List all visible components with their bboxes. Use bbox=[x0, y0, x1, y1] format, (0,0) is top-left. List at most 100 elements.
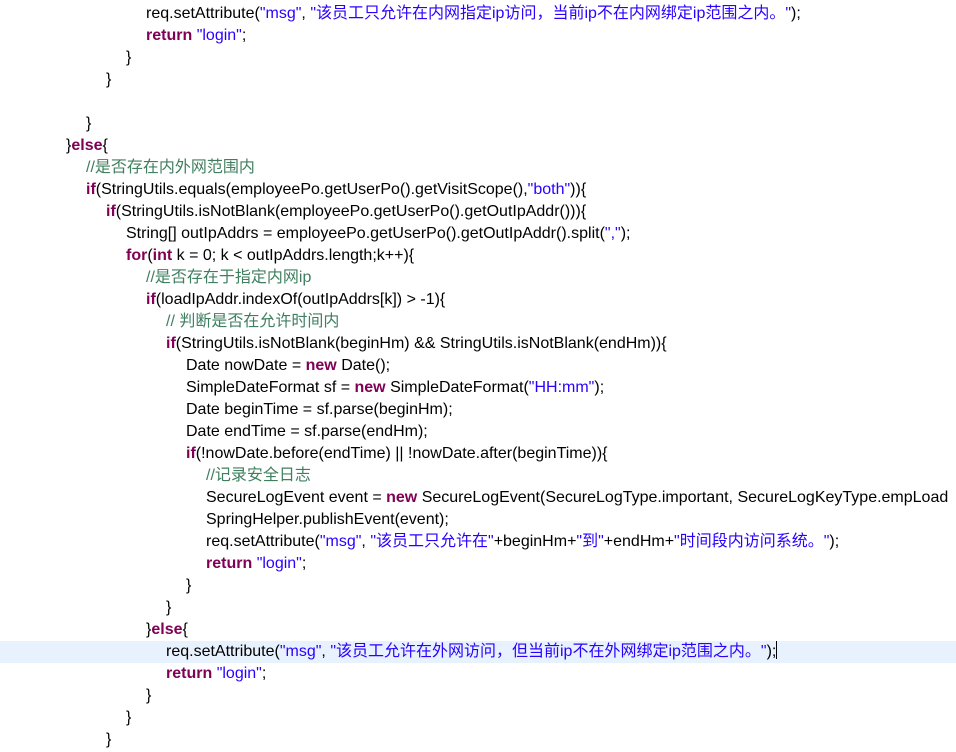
string-token: "msg" bbox=[279, 643, 322, 660]
code-token: String[] outIpAddrs = employeePo.getUser… bbox=[126, 225, 605, 242]
code-token: ); bbox=[594, 379, 605, 396]
code-token: } bbox=[106, 731, 112, 748]
code-token: } bbox=[106, 71, 112, 88]
code-token: )){ bbox=[570, 181, 587, 198]
keyword-token: if bbox=[166, 335, 176, 352]
string-token: "HH:mm" bbox=[528, 379, 595, 396]
code-token: , bbox=[301, 5, 311, 22]
code-token: } bbox=[146, 687, 152, 704]
string-token: "msg" bbox=[319, 533, 362, 550]
code-line[interactable] bbox=[0, 91, 956, 113]
keyword-token: int bbox=[152, 247, 173, 264]
string-token: "到" bbox=[576, 533, 604, 550]
code-token: (StringUtils.isNotBlank(beginHm) && Stri… bbox=[175, 335, 667, 352]
code-line[interactable]: if(StringUtils.isNotBlank(beginHm) && St… bbox=[0, 333, 956, 355]
code-line[interactable]: } bbox=[0, 597, 956, 619]
keyword-token: return bbox=[166, 665, 213, 682]
code-line[interactable]: for(int k = 0; k < outIpAddrs.length;k++… bbox=[0, 245, 956, 267]
code-line[interactable]: req.setAttribute("msg", "该员工只允许在"+beginH… bbox=[0, 531, 956, 553]
code-line[interactable]: //记录安全日志 bbox=[0, 465, 956, 487]
code-token: Date endTime = sf.parse(endHm); bbox=[186, 423, 428, 440]
code-line[interactable]: }else{ bbox=[0, 135, 956, 157]
current-code-line[interactable]: req.setAttribute("msg", "该员工允许在外网访问，但当前i… bbox=[0, 641, 956, 663]
code-line[interactable]: } bbox=[0, 69, 956, 91]
code-line[interactable]: Date beginTime = sf.parse(beginHm); bbox=[0, 399, 956, 421]
code-line[interactable]: } bbox=[0, 47, 956, 69]
code-line[interactable]: } bbox=[0, 685, 956, 707]
code-line[interactable]: }else{ bbox=[0, 619, 956, 641]
string-token: "时间段内访问系统。" bbox=[674, 533, 830, 550]
comment-token: //是否存在于指定内网ip bbox=[146, 269, 312, 286]
keyword-token: new bbox=[305, 357, 337, 374]
code-line[interactable]: if(StringUtils.isNotBlank(employeePo.get… bbox=[0, 201, 956, 223]
string-token: "both" bbox=[527, 181, 571, 198]
comment-token: // 判断是否在允许时间内 bbox=[166, 313, 340, 330]
comment-token: //是否存在内外网范围内 bbox=[86, 159, 255, 176]
code-editor[interactable]: req.setAttribute("msg", "该员工只允许在内网指定ip访问… bbox=[0, 0, 956, 752]
code-token: } bbox=[86, 115, 92, 132]
code-line[interactable]: SpringHelper.publishEvent(event); bbox=[0, 509, 956, 531]
keyword-token: else bbox=[151, 621, 183, 638]
string-token: "login" bbox=[196, 27, 242, 44]
string-token: "login" bbox=[256, 555, 302, 572]
string-token: "login" bbox=[216, 665, 262, 682]
keyword-token: if bbox=[106, 203, 116, 220]
code-token: Date(); bbox=[336, 357, 391, 374]
code-token: ); bbox=[791, 5, 801, 22]
code-token: SpringHelper.publishEvent(event); bbox=[206, 511, 449, 528]
code-line[interactable]: //是否存在于指定内网ip bbox=[0, 267, 956, 289]
code-token: (StringUtils.isNotBlank(employeePo.getUs… bbox=[115, 203, 587, 220]
code-token: +beginHm+ bbox=[493, 533, 577, 550]
code-token: SimpleDateFormat sf = bbox=[186, 379, 355, 396]
code-token: req.setAttribute( bbox=[206, 533, 320, 550]
code-line[interactable]: SimpleDateFormat sf = new SimpleDateForm… bbox=[0, 377, 956, 399]
code-token: } bbox=[126, 49, 132, 66]
keyword-token: if bbox=[86, 181, 96, 198]
code-line[interactable]: } bbox=[0, 575, 956, 597]
code-line[interactable]: return "login"; bbox=[0, 663, 956, 685]
code-token: Date nowDate = bbox=[186, 357, 306, 374]
code-token: { bbox=[102, 137, 108, 154]
code-line[interactable]: req.setAttribute("msg", "该员工只允许在内网指定ip访问… bbox=[0, 3, 956, 25]
text-caret bbox=[776, 641, 778, 659]
code-line[interactable]: return "login"; bbox=[0, 553, 956, 575]
code-line[interactable]: } bbox=[0, 707, 956, 729]
keyword-token: for bbox=[126, 247, 148, 264]
code-token: ); bbox=[829, 533, 840, 550]
code-token: } bbox=[186, 577, 192, 594]
code-token: SimpleDateFormat( bbox=[385, 379, 529, 396]
keyword-token: return bbox=[146, 27, 193, 44]
code-line[interactable]: Date nowDate = new Date(); bbox=[0, 355, 956, 377]
code-token: } bbox=[166, 599, 172, 616]
code-line[interactable]: SecureLogEvent event = new SecureLogEven… bbox=[0, 487, 956, 509]
code-line[interactable]: return "login"; bbox=[0, 25, 956, 47]
code-token: { bbox=[182, 621, 188, 638]
code-token: , bbox=[321, 643, 331, 660]
code-line[interactable]: Date endTime = sf.parse(endHm); bbox=[0, 421, 956, 443]
code-token: req.setAttribute( bbox=[166, 643, 280, 660]
code-token: req.setAttribute( bbox=[146, 5, 260, 22]
string-token: "该员工只允许在内网指定ip访问，当前ip不在内网绑定ip范围之内。" bbox=[310, 5, 792, 22]
code-line[interactable]: //是否存在内外网范围内 bbox=[0, 157, 956, 179]
code-token: k = 0; k < outIpAddrs.length;k++){ bbox=[172, 247, 415, 264]
code-token: (StringUtils.equals(employeePo.getUserPo… bbox=[95, 181, 528, 198]
code-token: ); bbox=[620, 225, 631, 242]
code-token: } bbox=[126, 709, 132, 726]
code-line[interactable]: if(loadIpAddr.indexOf(outIpAddrs[k]) > -… bbox=[0, 289, 956, 311]
code-token: ; bbox=[301, 555, 307, 572]
code-token: (!nowDate.before(endTime) || !nowDate.af… bbox=[195, 445, 608, 462]
keyword-token: new bbox=[386, 489, 418, 506]
comment-token: //记录安全日志 bbox=[206, 467, 311, 484]
code-line[interactable]: } bbox=[0, 729, 956, 751]
code-line[interactable]: } bbox=[0, 113, 956, 135]
code-line[interactable]: if(!nowDate.before(endTime) || !nowDate.… bbox=[0, 443, 956, 465]
keyword-token: if bbox=[186, 445, 196, 462]
code-line[interactable]: String[] outIpAddrs = employeePo.getUser… bbox=[0, 223, 956, 245]
code-token: Date beginTime = sf.parse(beginHm); bbox=[186, 401, 453, 418]
code-token: ; bbox=[241, 27, 247, 44]
code-token: SecureLogEvent(SecureLogType.important, … bbox=[417, 489, 949, 506]
code-line[interactable]: // 判断是否在允许时间内 bbox=[0, 311, 956, 333]
string-token: "该员工允许在外网访问，但当前ip不在外网绑定ip范围之内。" bbox=[330, 643, 767, 660]
code-line[interactable]: if(StringUtils.equals(employeePo.getUser… bbox=[0, 179, 956, 201]
code-token: +endHm+ bbox=[603, 533, 675, 550]
